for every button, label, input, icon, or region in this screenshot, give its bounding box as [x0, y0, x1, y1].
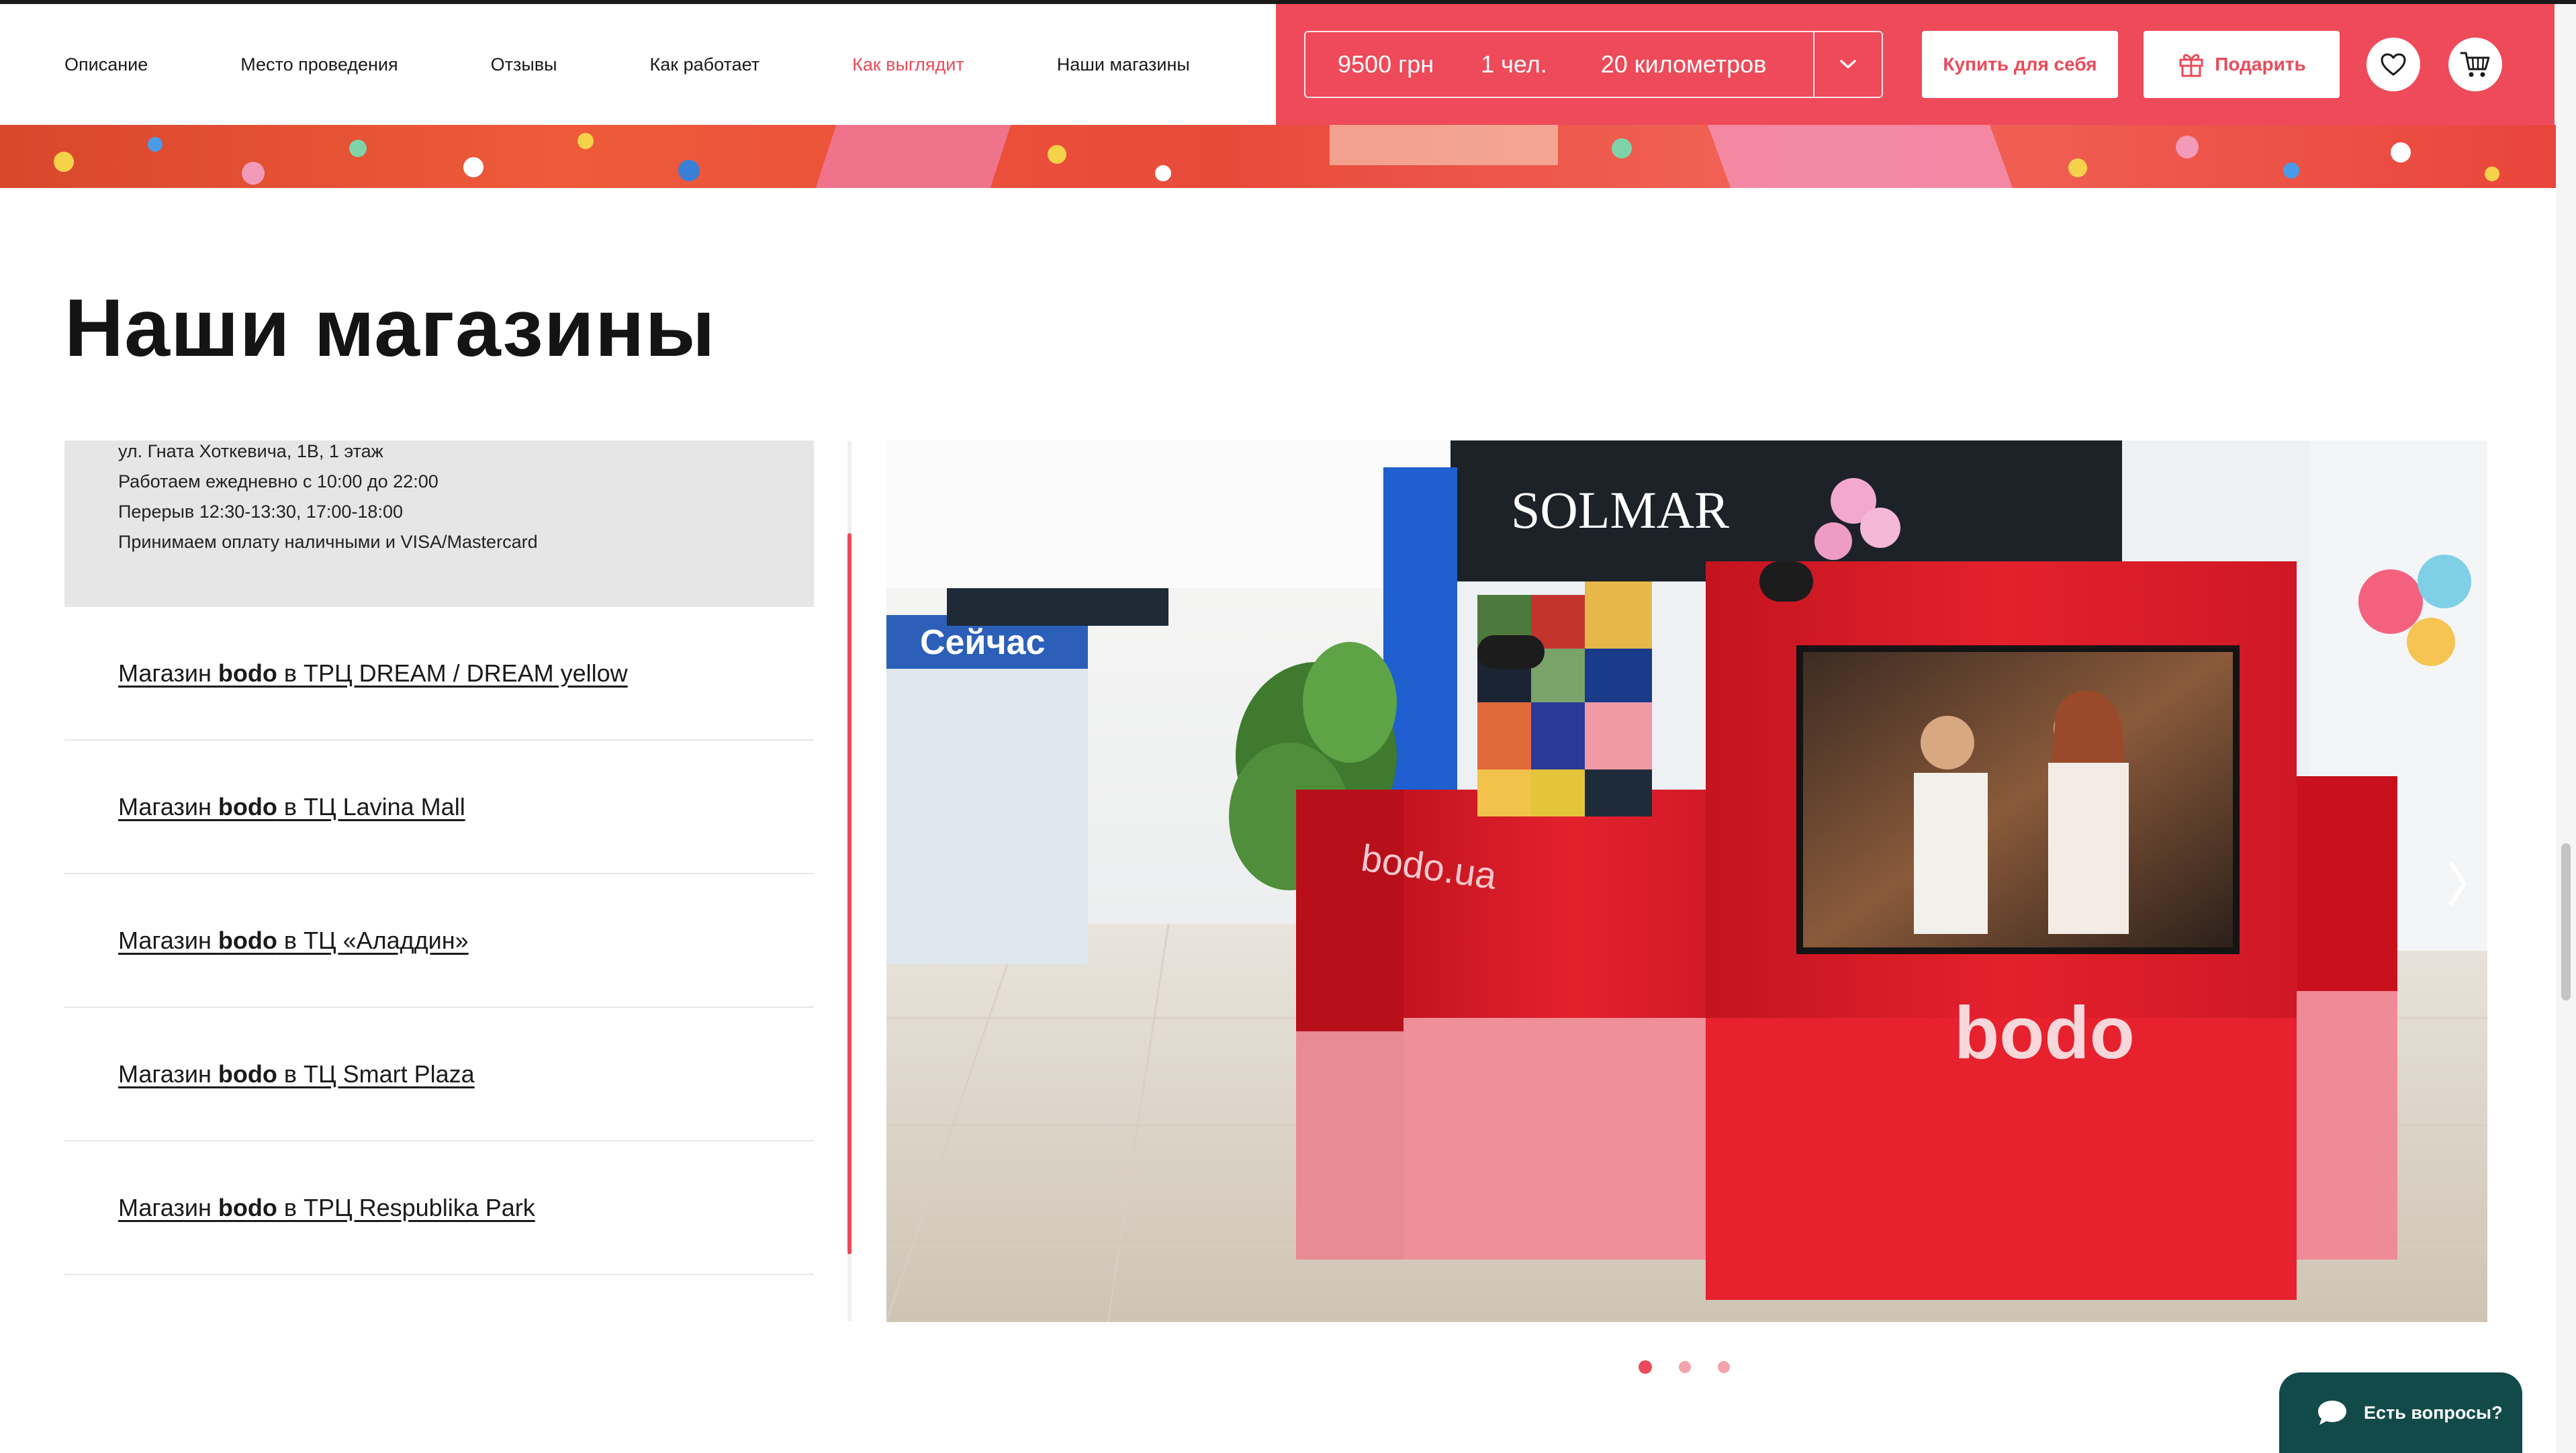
- nav-item-how-it-works[interactable]: Как работает: [650, 54, 760, 75]
- list-item: Магазин bodo в ТЦ Smart Plaza: [64, 1008, 814, 1141]
- nav-item-how-it-looks[interactable]: Как выглядит: [852, 54, 964, 75]
- confetti: [463, 157, 484, 177]
- store-link-lavina[interactable]: Магазин bodo в ТЦ Lavina Mall: [118, 793, 465, 821]
- carousel-dot-3[interactable]: [1718, 1361, 1730, 1373]
- store-link-suffix: в ТРЦ Respublika Park: [277, 1193, 535, 1221]
- kiosk-left-wing-base: [1296, 1031, 1410, 1260]
- store-link-brand: bodo: [218, 659, 277, 687]
- store-link-smart-plaza[interactable]: Магазин bodo в ТЦ Smart Plaza: [118, 1060, 475, 1088]
- confetti: [2283, 162, 2299, 179]
- purchase-bar: 9500 грн 1 чел. 20 километров Купить для…: [1276, 4, 2555, 125]
- heart-icon: [2381, 53, 2406, 76]
- store-payment: Принимаем оплату наличными и VISA/Master…: [118, 532, 538, 552]
- option-selector[interactable]: 9500 грн 1 чел. 20 километров: [1304, 31, 1883, 98]
- confetti: [54, 152, 74, 172]
- list-item: Магазин bodo в ТРЦ Respublika Park: [64, 1141, 814, 1275]
- gift-boxes: [1477, 581, 1652, 816]
- page-scroll-thumb[interactable]: [2561, 843, 2571, 1000]
- chat-button-label: Есть вопросы?: [2364, 1402, 2503, 1423]
- store-details-expanded: ул. Гната Хоткевича, 1В, 1 этаж Работаем…: [64, 440, 814, 607]
- chat-button[interactable]: Есть вопросы?: [2279, 1372, 2522, 1453]
- section-title: Наши магазины: [64, 282, 716, 373]
- gift-button[interactable]: Подарить: [2144, 31, 2340, 98]
- store-link-prefix: Магазин: [118, 792, 218, 821]
- store-link-prefix: Магазин: [118, 1060, 218, 1088]
- hero-image-strip: [0, 125, 2556, 188]
- store-link-dream[interactable]: Магазин bodo в ТРЦ DREAM / DREAM yellow: [118, 659, 628, 688]
- store-list-scroll-thumb[interactable]: [847, 533, 852, 1254]
- gift-label: Подарить: [2215, 54, 2306, 75]
- store-link-aladdin[interactable]: Магазин bodo в ТЦ «Аладдин»: [118, 927, 469, 955]
- price-value: 9500 грн: [1338, 50, 1434, 78]
- store-hours: Работаем ежедневно с 10:00 до 22:00: [118, 471, 439, 491]
- store-break: Перерыв 12:30-13:30, 17:00-18:00: [118, 502, 403, 522]
- cart-icon: [2460, 52, 2490, 77]
- store-list: ул. Гната Хоткевича, 1В, 1 этаж Работаем…: [64, 440, 814, 1275]
- nav-item-venue[interactable]: Место проведения: [240, 54, 398, 75]
- cart-button[interactable]: [2448, 38, 2502, 91]
- kiosk-counter-base: [1404, 1018, 1739, 1260]
- confetti: [2485, 167, 2499, 181]
- list-item: Магазин bodo в ТЦ Lavina Mall: [64, 741, 814, 874]
- buy-for-self-label: Купить для себя: [1943, 54, 2097, 75]
- store-link-brand: bodo: [218, 1193, 277, 1221]
- nav-item-reviews[interactable]: Отзывы: [491, 54, 557, 75]
- confetti: [1048, 145, 1066, 164]
- store-link-prefix: Магазин: [118, 926, 218, 954]
- chat-bubble-icon: [2318, 1401, 2346, 1425]
- store-link-brand: bodo: [218, 792, 277, 821]
- confetti: [1612, 138, 1632, 158]
- list-item: Магазин bodo в ТРЦ DREAM / DREAM yellow: [64, 607, 814, 741]
- favorite-button[interactable]: [2366, 38, 2420, 91]
- nav-item-our-stores[interactable]: Наши магазины: [1057, 54, 1190, 75]
- mall-sign-text: Сейчас: [920, 623, 1045, 662]
- store-list-scrollbar[interactable]: [847, 440, 852, 1321]
- store-link-suffix: в ТРЦ DREAM / DREAM yellow: [277, 659, 628, 687]
- confetti: [1155, 165, 1171, 181]
- confetti: [2391, 142, 2411, 162]
- list-item: Магазин bodo в ТЦ «Аладдин»: [64, 874, 814, 1008]
- decor-paper: [1330, 125, 1558, 165]
- selector-dropdown-button[interactable]: [1813, 32, 1882, 97]
- confetti: [349, 140, 367, 157]
- distance-value: 20 километров: [1600, 50, 1767, 78]
- people-value: 1 чел.: [1481, 50, 1547, 78]
- carousel-dot-1[interactable]: [1639, 1360, 1652, 1374]
- confetti: [2068, 158, 2087, 177]
- store-photo: Сейчас SOLMAR bodo.ua bodo: [886, 440, 2487, 1322]
- confetti: [2176, 136, 2199, 158]
- confetti: [578, 133, 594, 149]
- kiosk-illustration: Сейчас SOLMAR bodo.ua bodo: [886, 440, 2487, 1322]
- section-nav: Описание Место проведения Отзывы Как раб…: [64, 4, 1190, 125]
- carousel-dot-2[interactable]: [1679, 1361, 1691, 1373]
- buy-for-self-button[interactable]: Купить для себя: [1922, 31, 2118, 98]
- confetti: [242, 162, 265, 185]
- confetti: [678, 160, 700, 181]
- store-link-suffix: в ТЦ Lavina Mall: [277, 792, 465, 821]
- store-link-prefix: Магазин: [118, 659, 218, 687]
- nav-item-description[interactable]: Описание: [64, 54, 148, 75]
- direction-sign: [947, 588, 1168, 626]
- page-scrollbar[interactable]: [2556, 4, 2576, 1453]
- decor-paper: [815, 125, 1011, 188]
- kiosk-right-wing-base: [2297, 991, 2397, 1260]
- chevron-down-icon: [1840, 60, 1856, 68]
- store-address: ул. Гната Хоткевича, 1В, 1 этаж: [118, 441, 383, 461]
- decor-paper: [1707, 125, 2013, 188]
- store-link-suffix: в ТЦ Smart Plaza: [277, 1060, 475, 1088]
- kiosk-video-screen: [1796, 645, 2240, 954]
- solmar-sign-text: SOLMAR: [1511, 481, 1729, 539]
- site-header: Описание Место проведения Отзывы Как раб…: [0, 4, 2576, 125]
- carousel-dots: [1639, 1360, 1730, 1374]
- kiosk-brand-logo: bodo: [1954, 992, 2135, 1074]
- confetti: [148, 137, 163, 152]
- store-link-prefix: Магазин: [118, 1193, 218, 1221]
- store-link-brand: bodo: [218, 926, 277, 954]
- kiosk-camera: [1477, 635, 1545, 669]
- store-link-suffix: в ТЦ «Аладдин»: [277, 926, 469, 954]
- gift-icon: [2179, 54, 2203, 77]
- store-link-respublika[interactable]: Магазин bodo в ТРЦ Respublika Park: [118, 1194, 535, 1222]
- kiosk-camera: [1759, 561, 1813, 602]
- store-link-brand: bodo: [218, 1060, 277, 1088]
